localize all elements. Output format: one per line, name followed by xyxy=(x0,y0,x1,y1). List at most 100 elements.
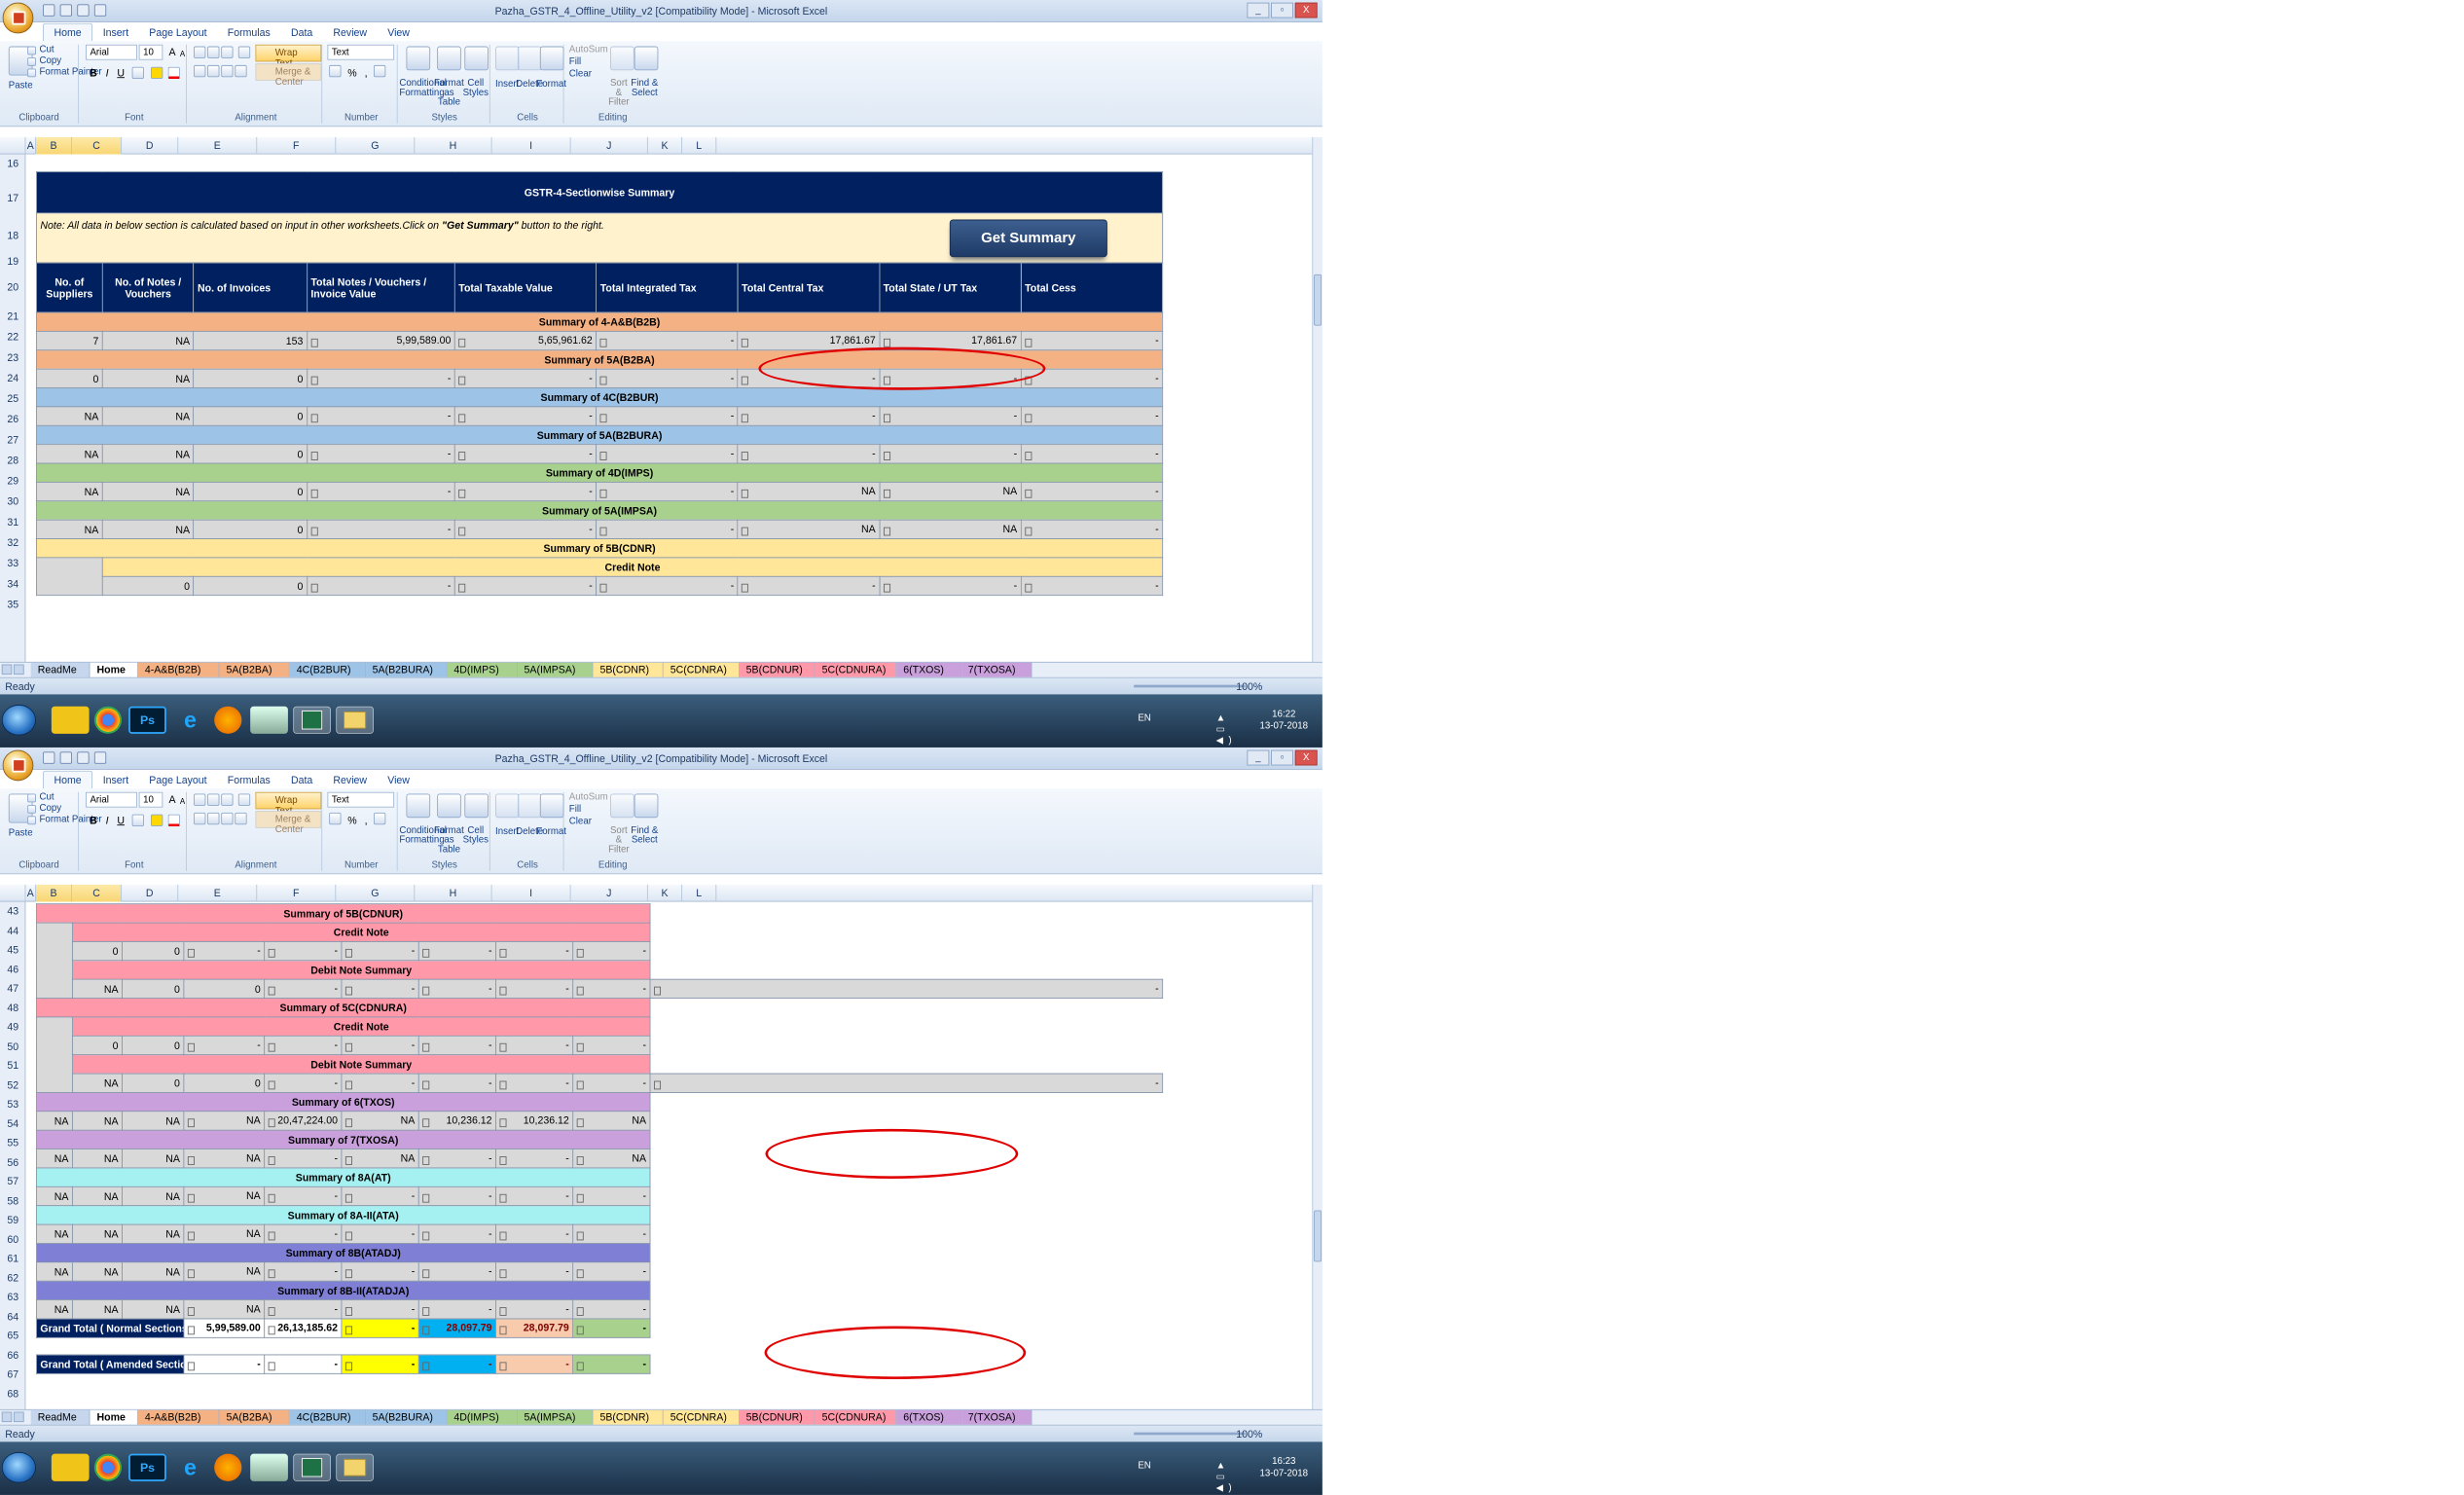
zoom-slider[interactable] xyxy=(1134,1432,1246,1436)
row-header[interactable]: 26 xyxy=(0,413,25,424)
row2-cell-4[interactable]: - xyxy=(453,406,598,426)
align-bottom-icon[interactable] xyxy=(221,46,234,58)
r20-cell-2[interactable]: 0 xyxy=(122,941,185,962)
gta-central[interactable]: - xyxy=(417,1354,496,1374)
excel-icon[interactable] xyxy=(293,1453,331,1481)
sheet-tab[interactable]: 5C(CDNRA) xyxy=(663,1409,740,1425)
row22-cell-4[interactable]: 20,47,224.00 xyxy=(264,1111,343,1131)
row4-cell-4[interactable]: - xyxy=(453,481,598,502)
row5-cell-1[interactable]: NA xyxy=(101,519,195,539)
cut-button[interactable]: Cut xyxy=(40,45,54,55)
media-player-icon[interactable] xyxy=(51,1453,90,1481)
cell-styles-icon[interactable] xyxy=(464,46,489,71)
row3-cell-4[interactable]: - xyxy=(453,444,598,464)
r21-cell-5[interactable]: - xyxy=(341,1035,419,1056)
delete-cells-icon[interactable] xyxy=(517,46,542,71)
format-table-icon[interactable] xyxy=(437,46,461,71)
number-format-select[interactable]: Text xyxy=(327,44,395,60)
row-header[interactable]: 29 xyxy=(0,475,25,487)
row6-cell-7[interactable]: - xyxy=(879,575,1022,597)
gt-central[interactable]: 28,097.79 xyxy=(417,1318,496,1338)
firefox-icon[interactable] xyxy=(214,1453,242,1481)
tab-page-layout[interactable]: Page Layout xyxy=(139,24,217,42)
row-header[interactable]: 31 xyxy=(0,516,25,528)
row1-cell-0[interactable]: 0 xyxy=(35,368,103,388)
row24-cell-8[interactable]: - xyxy=(572,1185,651,1207)
row1-cell-1[interactable]: NA xyxy=(101,368,195,388)
row27-cell-6[interactable]: - xyxy=(417,1299,496,1320)
tab-insert[interactable]: Insert xyxy=(92,24,139,42)
row22-cell-2[interactable]: NA xyxy=(122,1111,185,1131)
shrink-font-button[interactable]: A xyxy=(175,794,191,810)
row22-cell-6[interactable]: 10,236.12 xyxy=(417,1111,496,1131)
row-header[interactable]: 34 xyxy=(0,578,25,590)
fill-button[interactable]: Fill xyxy=(569,56,581,67)
row3-cell-8[interactable]: - xyxy=(1020,444,1164,464)
row24-cell-4[interactable]: - xyxy=(264,1185,343,1207)
row4-cell-7[interactable]: NA xyxy=(879,481,1022,502)
row26-cell-6[interactable]: - xyxy=(417,1261,496,1282)
cell-styles-button[interactable]: Cell Styles xyxy=(463,79,489,97)
tab-review[interactable]: Review xyxy=(323,772,378,789)
insert-cells-icon[interactable] xyxy=(495,793,520,819)
row5-cell-4[interactable]: - xyxy=(453,519,598,539)
row-header[interactable]: 51 xyxy=(0,1060,25,1072)
photoshop-icon[interactable]: Ps xyxy=(128,706,166,734)
format-button[interactable]: Format xyxy=(536,79,566,90)
zoom-level[interactable]: 100% xyxy=(1236,680,1262,692)
clear-button[interactable]: Clear xyxy=(569,68,592,79)
column-header-e[interactable]: E xyxy=(178,884,258,902)
row-header[interactable]: 24 xyxy=(0,372,25,383)
row23-cell-6[interactable]: - xyxy=(417,1149,496,1169)
office-button[interactable] xyxy=(2,2,34,34)
restore-button[interactable]: ▫ xyxy=(1271,749,1293,766)
r21-cell-4[interactable]: - xyxy=(264,1035,343,1056)
row-header[interactable]: 61 xyxy=(0,1253,25,1264)
get-summary-button[interactable]: Get Summary xyxy=(949,219,1107,257)
row25-cell-7[interactable]: - xyxy=(495,1223,574,1244)
r21b-cell-3[interactable]: - xyxy=(264,1073,343,1093)
language-indicator[interactable]: EN xyxy=(1138,713,1150,724)
shrink-font-button[interactable]: A xyxy=(175,47,191,62)
row-header[interactable]: 47 xyxy=(0,982,25,994)
gt-integrated[interactable]: - xyxy=(341,1318,419,1338)
row2-cell-3[interactable]: - xyxy=(306,406,455,426)
align-right-icon[interactable] xyxy=(221,64,234,78)
borders-icon[interactable] xyxy=(131,814,144,826)
row1-cell-4[interactable]: - xyxy=(453,368,598,388)
borders-icon[interactable] xyxy=(131,66,144,80)
tray-icons[interactable]: ▲ ▭ ◀) xyxy=(1216,713,1237,746)
save-icon[interactable] xyxy=(43,751,55,764)
start-button[interactable] xyxy=(1,704,36,736)
row0-cell-5[interactable]: - xyxy=(596,330,739,351)
r20b-cell-6[interactable]: - xyxy=(495,978,574,1000)
row23-cell-8[interactable]: NA xyxy=(572,1149,651,1169)
row-header[interactable]: 30 xyxy=(0,495,25,507)
row27-cell-0[interactable]: NA xyxy=(35,1299,73,1320)
clear-button[interactable]: Clear xyxy=(569,816,592,826)
tab-data[interactable]: Data xyxy=(280,24,322,42)
row25-cell-5[interactable]: - xyxy=(341,1223,419,1244)
sheet-tab[interactable]: 5B(CDNUR) xyxy=(739,662,815,677)
sheet-tab[interactable]: 5A(B2BURA) xyxy=(365,662,448,677)
cut-button[interactable]: Cut xyxy=(40,792,54,803)
row4-cell-6[interactable]: NA xyxy=(737,481,881,502)
row3-cell-1[interactable]: NA xyxy=(101,444,195,464)
column-header-c[interactable]: C xyxy=(71,884,123,902)
tab-formulas[interactable]: Formulas xyxy=(217,772,280,789)
align-middle-icon[interactable] xyxy=(207,46,220,58)
column-header-a[interactable]: A xyxy=(25,136,36,155)
row26-cell-4[interactable]: - xyxy=(264,1261,343,1282)
column-header-b[interactable]: B xyxy=(35,884,72,902)
zoom-level[interactable]: 100% xyxy=(1236,1428,1262,1440)
row2-cell-2[interactable]: 0 xyxy=(193,406,308,426)
row1-cell-3[interactable]: - xyxy=(306,368,455,388)
photoshop-icon[interactable]: Ps xyxy=(128,1453,166,1481)
redo-icon[interactable] xyxy=(77,4,90,17)
orientation-icon[interactable] xyxy=(237,46,251,58)
r20b-cell-5[interactable]: - xyxy=(417,978,496,1000)
row27-cell-3[interactable]: NA xyxy=(183,1299,266,1320)
r20b-cell-2[interactable]: 0 xyxy=(183,978,266,1000)
row23-cell-4[interactable]: - xyxy=(264,1149,343,1169)
row4-cell-8[interactable]: - xyxy=(1020,481,1164,502)
